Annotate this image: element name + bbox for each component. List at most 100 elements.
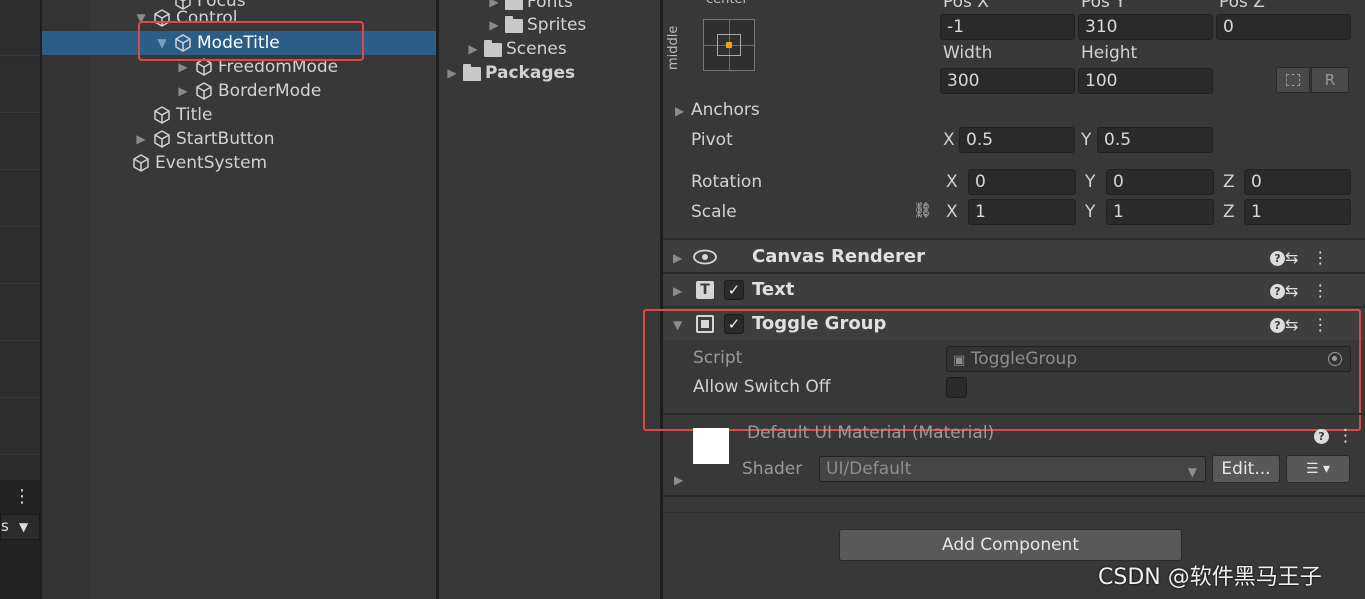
pos-y-label: Pos Y: [1081, 0, 1126, 12]
edit-shader-button[interactable]: Edit...: [1212, 455, 1280, 483]
add-component-button[interactable]: Add Component: [839, 529, 1182, 561]
project-item-label: Fonts: [527, 0, 573, 12]
material-header-icons[interactable]: ? ⋮: [1314, 426, 1354, 446]
text-enabled-checkbox[interactable]: ✓: [724, 280, 744, 300]
width-label: Width: [943, 43, 993, 63]
anchor-preset-top-label: center: [706, 0, 748, 7]
more-menu-icon[interactable]: ⋮: [1312, 248, 1342, 267]
gameobject-icon: [131, 153, 151, 173]
collapsed-arrow-icon[interactable]: ▶: [176, 84, 190, 98]
collapsed-arrow-icon[interactable]: ▶: [673, 251, 682, 265]
annotation-highlight-box: [138, 21, 364, 61]
left-dropdown-label: s: [1, 517, 9, 535]
link-icon[interactable]: ⛓: [913, 201, 932, 219]
presets-icon[interactable]: ⇆: [1285, 281, 1312, 300]
pos-z-label: Pos Z: [1219, 0, 1265, 12]
collapsed-arrow-icon[interactable]: ▶: [466, 42, 480, 56]
help-icon[interactable]: ?: [1270, 251, 1285, 266]
component-header-icons[interactable]: ? ⇆⋮: [1270, 281, 1342, 300]
project-item-label: Packages: [485, 63, 576, 83]
hierarchy-item-title[interactable]: Title: [134, 103, 212, 127]
project-item-label: Sprites: [527, 15, 587, 35]
collapsed-arrow-icon[interactable]: ▶: [674, 473, 683, 487]
component-header-icons[interactable]: ? ⇆⋮: [1270, 248, 1342, 267]
text-component-icon: T: [696, 281, 714, 299]
more-menu-icon[interactable]: ⋮: [1337, 426, 1354, 446]
list-item: [0, 57, 40, 113]
height-label: Height: [1081, 43, 1138, 63]
project-item-label: Scenes: [506, 39, 567, 59]
blueprint-mode-button[interactable]: [1276, 67, 1310, 93]
hierarchy-item-eventsystem[interactable]: EventSystem: [113, 151, 267, 175]
list-item: [0, 114, 40, 170]
component-title: Text: [752, 279, 795, 300]
project-item-sprites[interactable]: ▶ Sprites: [487, 13, 586, 37]
scale-z-label: Z: [1223, 202, 1235, 222]
gameobject-icon: [152, 105, 172, 125]
project-item-fonts[interactable]: ▶ Fonts: [487, 0, 573, 14]
rotation-z-field[interactable]: 0: [1244, 169, 1351, 195]
hierarchy-item-label: StartButton: [176, 129, 275, 149]
separator: [663, 495, 1365, 497]
collapsed-arrow-icon[interactable]: ▶: [176, 60, 190, 74]
help-icon[interactable]: ?: [1314, 428, 1329, 444]
list-item: [0, 228, 40, 284]
list-item: [0, 399, 40, 455]
hierarchy-item-bordermode[interactable]: ▶ BorderMode: [176, 79, 321, 103]
raw-edit-button[interactable]: R: [1311, 67, 1349, 93]
more-menu-icon[interactable]: ⋮: [13, 486, 31, 507]
chevron-down-icon: ▼: [19, 520, 29, 534]
collapsed-arrow-icon[interactable]: ▶: [134, 132, 148, 146]
shader-options-button[interactable]: ☰ ▾: [1286, 455, 1350, 483]
help-icon[interactable]: ?: [1270, 284, 1285, 299]
collapsed-arrow-icon[interactable]: ▶: [673, 284, 682, 298]
list-item: [0, 285, 40, 341]
rotation-y-label: Y: [1085, 172, 1096, 192]
height-field[interactable]: 100: [1078, 68, 1213, 94]
left-dropdown[interactable]: s ▼: [0, 514, 40, 540]
collapsed-arrow-icon[interactable]: ▶: [487, 18, 501, 32]
material-preview: [693, 428, 729, 464]
collapsed-arrow-icon[interactable]: ▶: [487, 0, 501, 9]
rotation-label: Rotation: [691, 172, 763, 192]
gameobject-icon: [194, 81, 214, 101]
list-item: [0, 342, 40, 398]
width-field[interactable]: 300: [940, 68, 1075, 94]
scale-y-field[interactable]: 1: [1106, 199, 1214, 225]
project-item-scenes[interactable]: ▶ Scenes: [466, 37, 567, 61]
rotation-z-label: Z: [1223, 172, 1235, 192]
pos-x-field[interactable]: -1: [940, 14, 1075, 40]
scale-label: Scale: [691, 202, 737, 222]
rotation-x-field[interactable]: 0: [968, 169, 1076, 195]
list-item: [0, 0, 40, 56]
folder-icon: [463, 64, 481, 81]
pos-y-field[interactable]: 310: [1078, 14, 1213, 40]
pivot-x-field[interactable]: 0.5: [959, 127, 1075, 153]
rotation-y-field[interactable]: 0: [1106, 169, 1214, 195]
pos-x-label: Pos X: [943, 0, 989, 12]
eye-icon: [693, 249, 717, 265]
hierarchy-item-startbutton[interactable]: ▶ StartButton: [134, 127, 274, 151]
watermark: CSDN @软件黑马王子: [1098, 565, 1322, 590]
project-item-packages[interactable]: ▶ Packages: [445, 61, 575, 85]
shader-dropdown[interactable]: UI/Default ▼: [819, 456, 1206, 482]
scale-x-field[interactable]: 1: [968, 199, 1076, 225]
pos-z-field[interactable]: 0: [1216, 14, 1351, 40]
more-menu-icon[interactable]: ⋮: [1312, 281, 1342, 300]
collapsed-arrow-icon[interactable]: ▶: [445, 66, 459, 80]
gameobject-icon: [152, 129, 172, 149]
folder-icon: [484, 40, 502, 57]
scale-z-field[interactable]: 1: [1244, 199, 1351, 225]
anchors-label[interactable]: Anchors: [691, 100, 760, 120]
hierarchy-item-label: Title: [176, 105, 213, 125]
pivot-label: Pivot: [691, 130, 733, 150]
pivot-point-icon: [726, 42, 732, 48]
hierarchy-indent-shade: [42, 0, 90, 599]
presets-icon[interactable]: ⇆: [1285, 248, 1312, 267]
hierarchy-item-label: BorderMode: [218, 81, 322, 101]
anchor-preset-button[interactable]: [703, 19, 755, 71]
component-title: Canvas Renderer: [752, 246, 925, 267]
separator: [663, 512, 1365, 513]
collapsed-arrow-icon[interactable]: ▶: [675, 104, 684, 118]
pivot-y-field[interactable]: 0.5: [1097, 127, 1213, 153]
